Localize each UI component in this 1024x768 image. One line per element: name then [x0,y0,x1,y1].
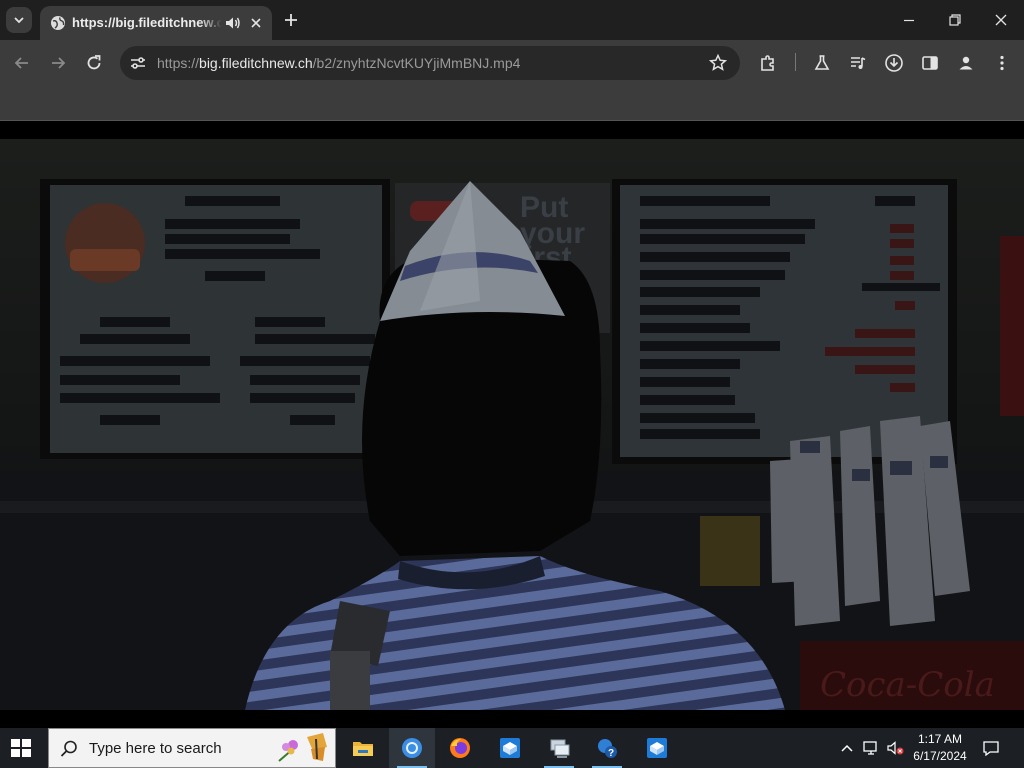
reload-icon[interactable] [84,53,104,73]
search-highlight-flower-icon [278,733,327,762]
download-icon[interactable] [884,53,904,73]
app-box-icon [647,738,667,758]
taskbar-file-explorer[interactable] [340,728,386,768]
clock-time: 1:17 AM [917,732,963,746]
site-settings-icon[interactable] [128,53,148,73]
chrome-icon [402,738,422,758]
url-scheme: https:// [157,55,200,71]
taskbar-chrome[interactable] [389,728,435,768]
taskbar: Type here to search ? 1:17 AM 6/17/2024 [0,728,1024,768]
extensions-icon[interactable] [758,53,778,73]
browser-toolbar: https://big.fileditchnew.ch/b2/znyhtzNcv… [0,40,1024,86]
globe-icon [51,16,65,30]
bookmark-star-icon[interactable] [708,53,728,73]
url-path: /b2/znyhtzNcvtKUYjiMmBNJ.mp4 [312,55,521,71]
new-tab-icon[interactable] [282,11,300,29]
menu-kebab-icon[interactable] [992,53,1012,73]
volume-muted-icon[interactable] [886,740,904,756]
network-computer-icon [550,739,570,758]
taskbar-help-app[interactable]: ? [584,728,630,768]
browser-tab[interactable]: https://big.fileditchnew.ch/b2/znyhtzNcv… [40,6,272,40]
tab-title: https://big.fileditchnew.ch/b2/znyhtzNcv… [72,15,222,30]
search-icon [60,740,77,757]
toolbar-separator [795,53,796,71]
taskbar-network-app[interactable] [536,728,582,768]
chevron-up-icon[interactable] [838,740,856,756]
system-clock[interactable]: 1:17 AM 6/17/2024 [908,731,972,765]
url-host: big.fileditchnew.ch [199,55,313,71]
close-window-icon[interactable] [991,10,1011,30]
video-player[interactable]: Put your first Coca-Cola [0,121,1024,710]
labs-flask-icon[interactable] [812,53,832,73]
network-icon[interactable] [862,740,880,756]
chevron-down-icon [14,17,24,24]
side-panel-icon[interactable] [920,53,940,73]
close-tab-icon[interactable] [248,15,264,31]
video-frame: Put your first Coca-Cola [0,121,1024,710]
help-icon: ? [598,739,617,759]
tab-search-button[interactable] [6,7,32,33]
brand-text: Coca-Cola [820,665,995,705]
minimize-icon[interactable] [899,10,919,30]
taskbar-app-box-2[interactable] [634,728,680,768]
forward-arrow-icon[interactable] [48,53,68,73]
letterbox-bar [0,710,1024,728]
speaker-icon[interactable] [224,14,242,32]
profile-icon[interactable] [956,53,976,73]
notification-icon[interactable] [982,739,1000,757]
search-placeholder: Type here to search [89,740,222,757]
svg-text:?: ? [608,748,614,759]
app-box-icon [500,738,520,758]
restore-icon[interactable] [945,10,965,30]
firefox-icon [450,738,470,758]
back-arrow-icon[interactable] [12,53,32,73]
taskbar-firefox[interactable] [437,728,483,768]
file-explorer-icon [353,742,373,756]
bookmarks-bar [0,86,1024,121]
taskbar-app-box-1[interactable] [487,728,533,768]
url-text: https://big.fileditchnew.ch/b2/znyhtzNcv… [157,55,520,71]
windows-start-icon[interactable] [10,738,32,758]
tab-strip: https://big.fileditchnew.ch/b2/znyhtzNcv… [0,0,1024,40]
media-control-icon[interactable] [848,53,868,73]
address-bar[interactable]: https://big.fileditchnew.ch/b2/znyhtzNcv… [120,46,740,80]
clock-date: 6/17/2024 [913,749,967,763]
taskbar-search-box[interactable]: Type here to search [48,728,336,768]
